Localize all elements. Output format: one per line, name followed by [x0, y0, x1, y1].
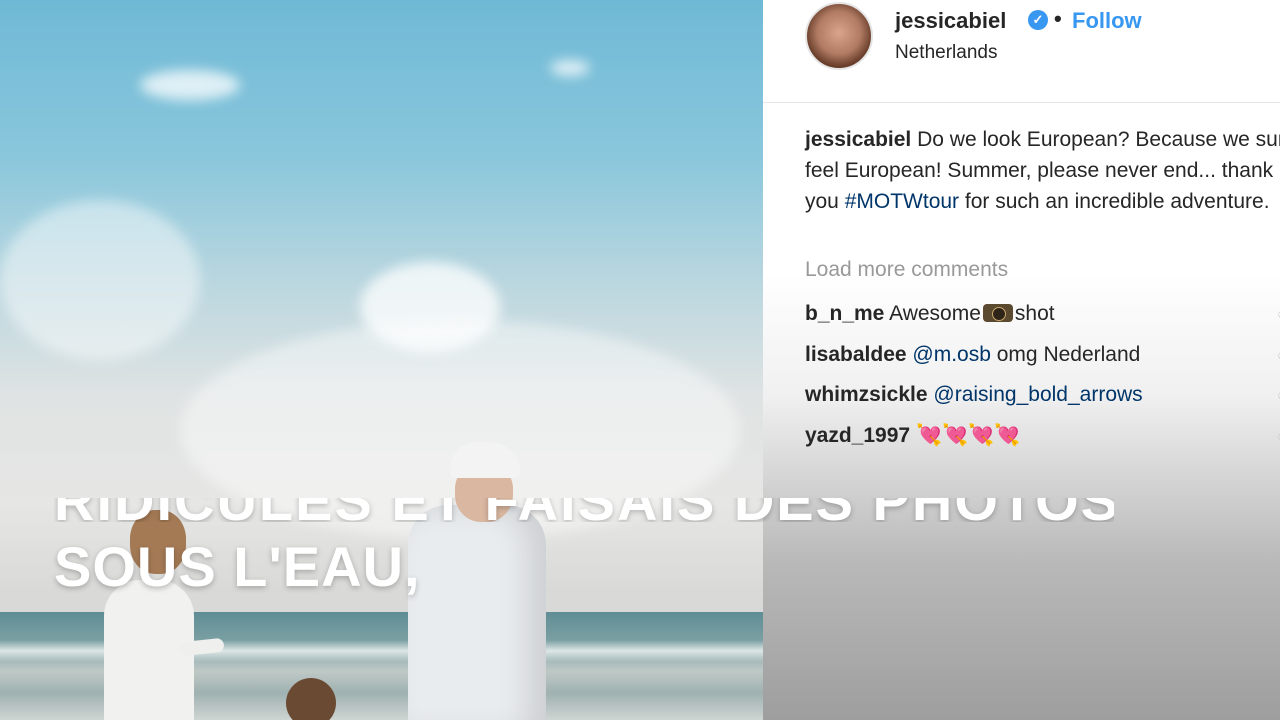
comment-text: omg Nederland [990, 342, 1141, 366]
location-link[interactable]: Netherlands [895, 42, 997, 64]
mention-link[interactable]: @raising_bold_arrows [933, 383, 1142, 406]
separator-dot: • [1054, 6, 1062, 31]
heart-emoji-icon: 💘💘💘💘 [915, 423, 1021, 447]
comment-username[interactable]: yazd_1997 [805, 424, 910, 447]
cloud [550, 60, 590, 76]
instagram-post-panel: jessicabiel ✓ • Follow Netherlands jessi… [763, 0, 1280, 720]
verified-badge-icon: ✓ [1028, 10, 1048, 30]
camera-emoji-icon [982, 304, 1013, 322]
comment-list: b_n_me Awesomeshot ♡ lisabaldee @m.osb o… [805, 302, 1280, 464]
comment-text: shot [1014, 302, 1055, 325]
subtitle-line: SOUS L'EAU, [54, 535, 421, 598]
avatar[interactable] [805, 2, 873, 70]
load-more-comments-button[interactable]: Load more comments [805, 258, 1008, 282]
post-caption: jessicabiel Do we look European? Because… [805, 124, 1280, 217]
mention-link[interactable]: @m.osb [912, 343, 991, 366]
subtitle-partial-text: RIDICULES ET FAISAIS DES PHOTOS [54, 498, 1114, 522]
username[interactable]: jessicabiel [895, 8, 1006, 34]
cloud [0, 200, 200, 360]
beach-photo [0, 0, 763, 720]
comment-username[interactable]: whimzsickle [805, 383, 928, 406]
comment-username[interactable]: lisabaldee [805, 343, 907, 366]
comment-item: b_n_me Awesomeshot ♡ [805, 302, 1280, 343]
caption-username[interactable]: jessicabiel [805, 128, 911, 151]
cloud [140, 70, 240, 100]
subtitle-partial-line: RIDICULES ET FAISAIS DES PHOTOS [54, 498, 1114, 522]
man-figure [408, 505, 546, 720]
post-header: jessicabiel ✓ • Follow Netherlands [763, 0, 1280, 103]
follow-button[interactable]: Follow [1072, 8, 1142, 34]
child-figure [286, 678, 336, 720]
comment-item: whimzsickle @raising_bold_arrows ♡ [805, 383, 1280, 424]
comment-item: lisabaldee @m.osb omg Nederland ♡ [805, 343, 1280, 384]
comment-username[interactable]: b_n_me [805, 302, 884, 325]
comment-item: yazd_1997 💘💘💘💘 ♡ [805, 424, 1280, 465]
comment-text: Awesome [889, 302, 981, 325]
caption-text: for such an incredible adventure. [959, 190, 1270, 213]
hashtag-link[interactable]: #MOTWtour [845, 190, 959, 213]
